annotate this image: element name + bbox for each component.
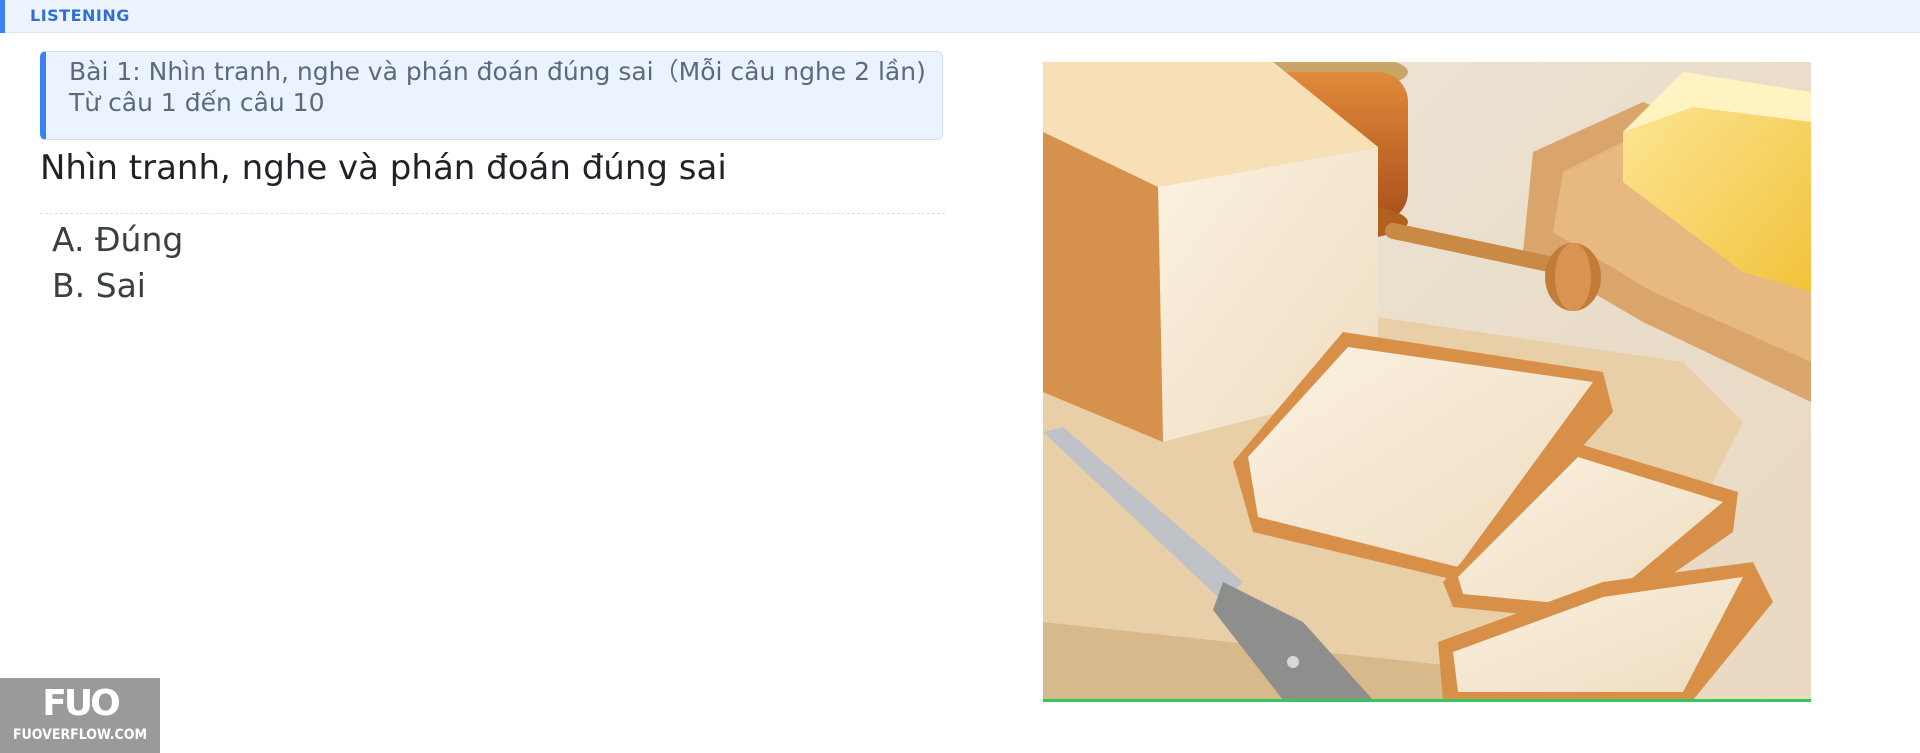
divider bbox=[40, 213, 945, 214]
instruction-line-2: Từ câu 1 đến câu 10 bbox=[69, 88, 325, 117]
instruction-line-1: Bài 1: Nhìn tranh, nghe và phán đoán đún… bbox=[69, 57, 926, 86]
watermark-logo: FUO bbox=[42, 683, 120, 724]
answer-options: A. Đúng B. Sai bbox=[52, 217, 183, 309]
option-a[interactable]: A. Đúng bbox=[52, 217, 183, 263]
header-accent-bar bbox=[0, 0, 5, 33]
watermark-site: FUOVERFLOW.COM bbox=[12, 727, 148, 743]
option-b[interactable]: B. Sai bbox=[52, 263, 183, 309]
bread-photo-illustration bbox=[1043, 62, 1811, 700]
watermark: FUO FUOVERFLOW.COM bbox=[0, 678, 160, 753]
section-title: LISTENING bbox=[30, 6, 130, 25]
section-header: LISTENING bbox=[0, 0, 1920, 33]
instruction-box: Bài 1: Nhìn tranh, nghe và phán đoán đún… bbox=[40, 51, 943, 140]
question-text: Nhìn tranh, nghe và phán đoán đúng sai bbox=[40, 148, 727, 188]
question-image bbox=[1043, 62, 1811, 700]
image-bottom-border bbox=[1043, 699, 1811, 702]
